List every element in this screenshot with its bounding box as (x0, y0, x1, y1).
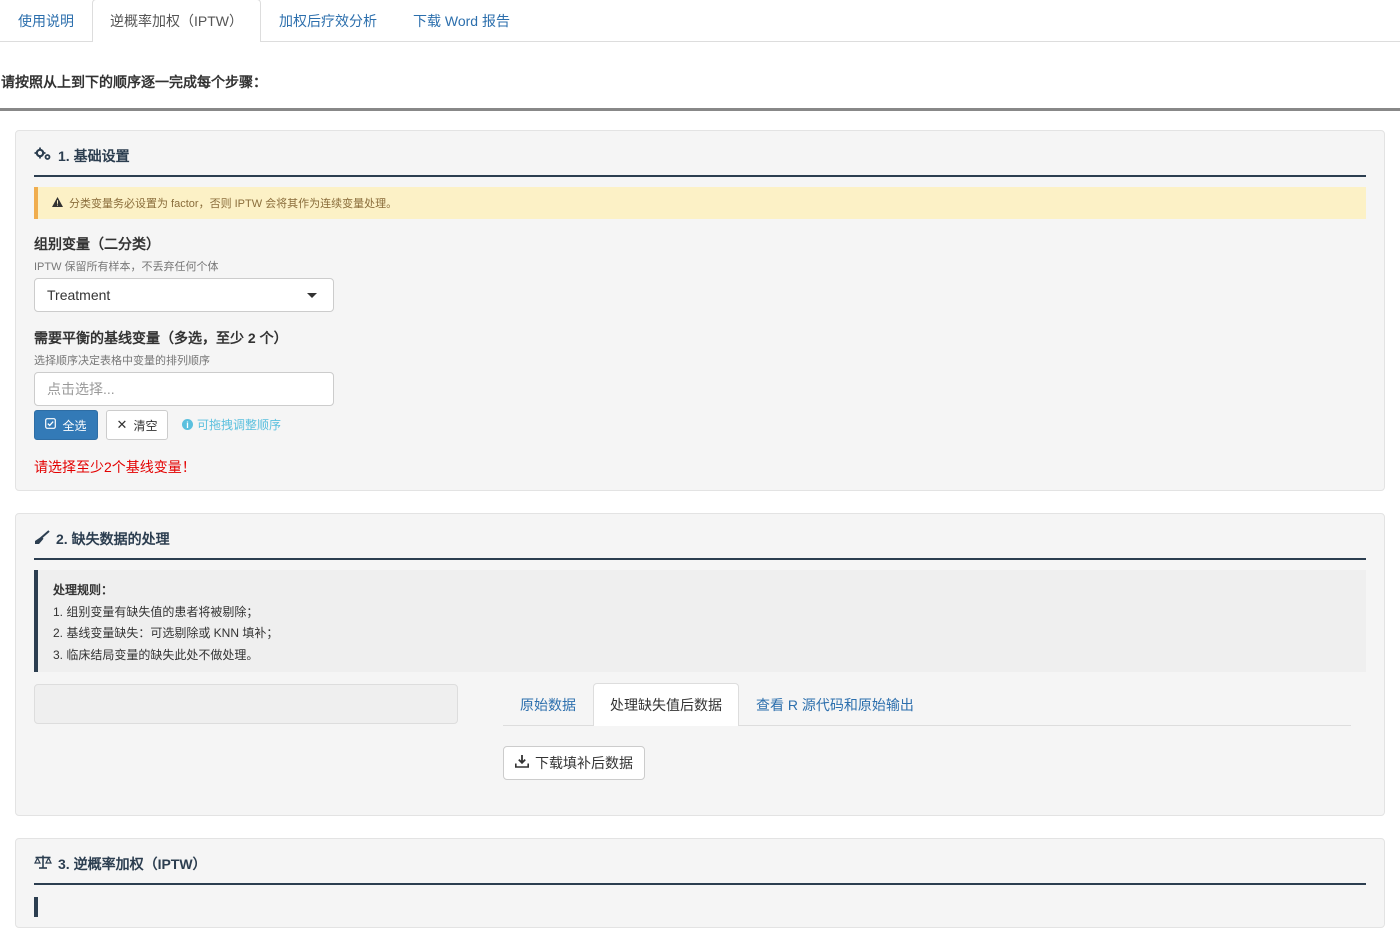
rules-title: 处理规则： (53, 583, 114, 597)
divider (0, 108, 1400, 111)
section-1-title: 1. 基础设置 (58, 148, 130, 164)
checkbox-icon (45, 418, 57, 432)
warning-text: 分类变量务必设置为 factor，否则 IPTW 会将其作为连续变量处理。 (69, 198, 398, 210)
warning-icon (52, 196, 63, 210)
covariates-help: 选择顺序决定表格中变量的排列顺序 (34, 355, 210, 367)
tab-r-source[interactable]: 查看 R 源代码和原始输出 (739, 683, 931, 725)
group-variable-label: 组别变量（二分类） (34, 236, 160, 252)
tab-download-report[interactable]: 下载 Word 报告 (395, 0, 528, 41)
rule-item: 2. 基线变量缺失：可选剔除或 KNN 填补； (53, 626, 279, 640)
clear-button[interactable]: ✕ 清空 (106, 410, 168, 440)
tab-raw-data[interactable]: 原始数据 (503, 683, 593, 725)
missing-rules-box: 处理规则： 1. 组别变量有缺失值的患者将被剔除； 2. 基线变量缺失：可选剔除… (34, 570, 1366, 672)
broom-icon (34, 530, 50, 549)
validation-error: 请选择至少2个基线变量！ (34, 459, 196, 475)
tab-processed-data[interactable]: 处理缺失值后数据 (593, 683, 739, 726)
covariates-select-input[interactable]: 点击选择... (34, 372, 334, 406)
download-imputed-button[interactable]: 下载填补后数据 (503, 746, 645, 780)
download-imputed-label: 下载填补后数据 (535, 755, 633, 771)
factor-warning: 分类变量务必设置为 factor，否则 IPTW 会将其作为连续变量处理。 (34, 187, 1366, 219)
chevron-down-icon (307, 293, 317, 298)
section-missing-data: 2. 缺失数据的处理 处理规则： 1. 组别变量有缺失值的患者将被剔除； 2. … (15, 513, 1385, 816)
group-variable-value: Treatment (47, 287, 111, 303)
section-3-title: 3. 逆概率加权（IPTW） (58, 856, 207, 872)
drag-hint: i 可拖拽调整顺序 (182, 416, 281, 433)
rule-item: 1. 组别变量有缺失值的患者将被剔除； (53, 604, 259, 619)
tab-instructions[interactable]: 使用说明 (0, 0, 92, 41)
top-tab-bar: 使用说明 逆概率加权（IPTW） 加权后疗效分析 下载 Word 报告 (0, 0, 1400, 42)
close-icon: ✕ (116, 417, 128, 432)
covariates-placeholder: 点击选择... (47, 381, 115, 397)
section-3-heading: 3. 逆概率加权（IPTW） (34, 855, 1366, 885)
covariates-label: 需要平衡的基线变量（多选，至少 2 个） (34, 330, 288, 346)
download-icon (515, 755, 529, 771)
balance-scale-icon (34, 855, 52, 873)
select-all-button[interactable]: 全选 (34, 410, 98, 440)
group-variable-help: IPTW 保留所有样本，不丢弃任何个体 (34, 261, 219, 273)
section-2-heading: 2. 缺失数据的处理 (34, 530, 1366, 560)
gears-icon (34, 147, 52, 165)
section-basic-settings: 1. 基础设置 分类变量务必设置为 factor，否则 IPTW 会将其作为连续… (15, 130, 1385, 491)
rule-item: 3. 临床结局变量的缺失此处不做处理。 (53, 647, 259, 662)
missing-options-well (34, 684, 458, 724)
intro-text: 请按照从上到下的顺序逐一完成每个步骤： (1, 74, 267, 90)
section-iptw: 3. 逆概率加权（IPTW） (15, 838, 1385, 928)
select-all-label: 全选 (62, 418, 87, 433)
section-1-heading: 1. 基础设置 (34, 147, 1366, 177)
clear-label: 清空 (133, 418, 158, 433)
tab-weighted-analysis[interactable]: 加权后疗效分析 (261, 0, 395, 41)
section-3-content-edge (34, 897, 38, 917)
group-variable-select[interactable]: Treatment (34, 278, 334, 312)
section-2-title: 2. 缺失数据的处理 (56, 531, 170, 547)
tab-iptw[interactable]: 逆概率加权（IPTW） (92, 0, 261, 42)
drag-hint-text: 可拖拽调整顺序 (197, 418, 282, 432)
info-icon: i (182, 419, 193, 430)
data-view-tabs: 原始数据 处理缺失值后数据 查看 R 源代码和原始输出 (503, 683, 1351, 726)
